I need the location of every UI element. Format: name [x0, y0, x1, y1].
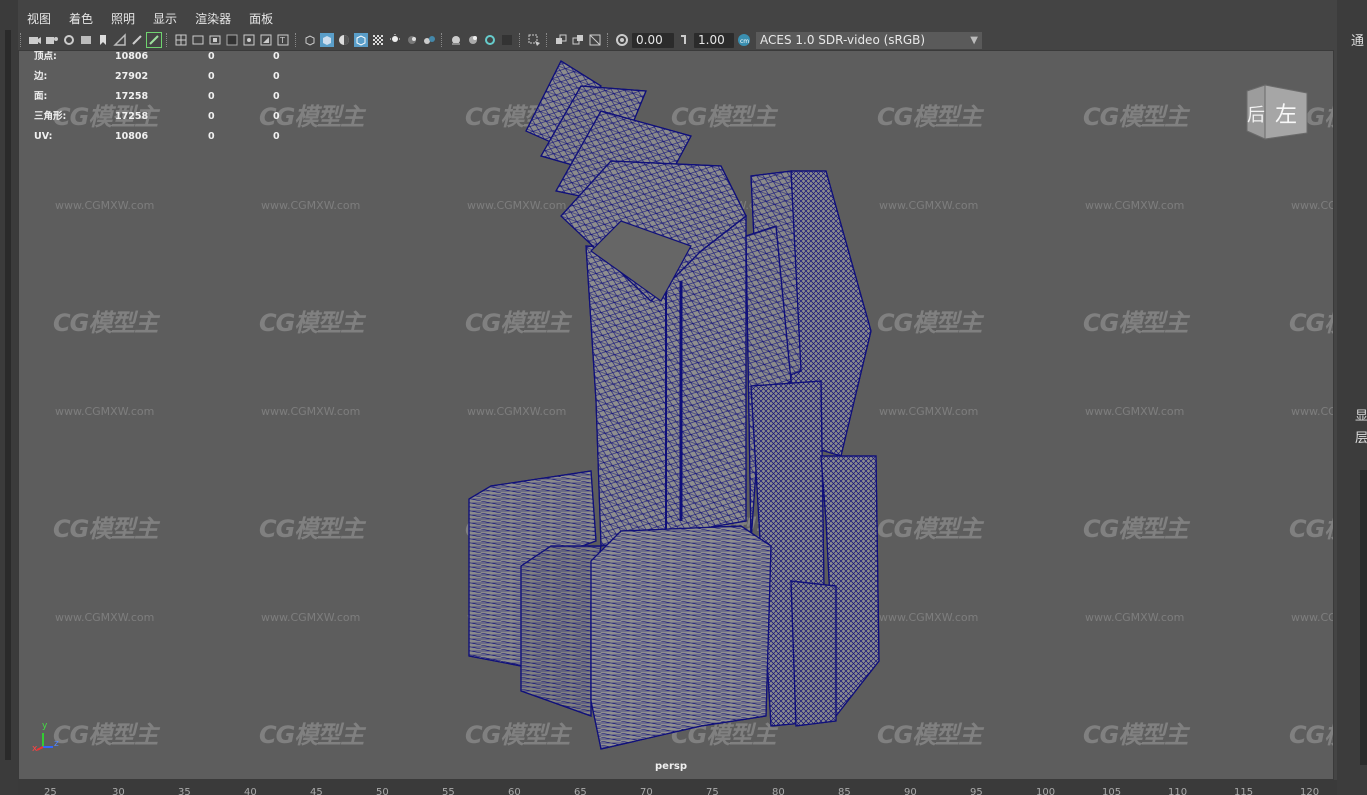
viewport-menubar: 视图 着色 照明 显示 渲染器 面板 — [18, 8, 1334, 30]
hud-icon[interactable] — [500, 33, 514, 47]
isolate-select-icon[interactable] — [527, 33, 541, 47]
right-scrollbar[interactable] — [1360, 470, 1367, 765]
wireframe-on-shaded-icon[interactable] — [354, 33, 368, 47]
ruler-tick: 85 — [838, 787, 851, 795]
multisample-aa-icon[interactable] — [466, 33, 480, 47]
toolbar-separator — [519, 33, 522, 47]
xray-icon[interactable] — [371, 33, 385, 47]
field-chart-icon[interactable] — [242, 33, 256, 47]
select-camera-icon[interactable] — [28, 33, 42, 47]
axis-y-label: y — [42, 721, 48, 731]
ruler-tick: 115 — [1234, 787, 1254, 795]
grid-icon[interactable] — [174, 33, 188, 47]
left-frame — [0, 0, 18, 795]
bookmark-icon[interactable] — [96, 33, 110, 47]
menu-show[interactable]: 显示 — [144, 8, 186, 30]
motion-blur-icon[interactable] — [449, 33, 463, 47]
gate-mask-icon[interactable] — [225, 33, 239, 47]
ruler-tick: 120 — [1300, 787, 1320, 795]
ruler-tick: 100 — [1036, 787, 1056, 795]
resolution-gate-icon[interactable] — [208, 33, 222, 47]
xray-active-icon[interactable] — [571, 33, 585, 47]
ruler-tick: 80 — [772, 787, 785, 795]
gamma-icon[interactable] — [677, 33, 691, 47]
safe-title-icon[interactable]: T — [276, 33, 290, 47]
axis-x-label: x — [32, 744, 38, 754]
ruler-tick: 40 — [244, 787, 257, 795]
color-space-value: ACES 1.0 SDR-video (sRGB) — [760, 33, 926, 47]
toolbar-separator — [546, 33, 549, 47]
ambient-occlusion-icon[interactable] — [422, 33, 436, 47]
use-all-lights-icon[interactable] — [388, 33, 402, 47]
exposure-icon[interactable] — [615, 33, 629, 47]
toolbar-separator — [20, 33, 23, 47]
bookmark-camera-icon[interactable] — [62, 33, 76, 47]
shadows-icon[interactable] — [405, 33, 419, 47]
2d-pan-zoom-icon[interactable] — [113, 33, 127, 47]
toolbar-separator — [607, 33, 610, 47]
backface-culling-icon[interactable] — [588, 33, 602, 47]
menu-renderer[interactable]: 渲染器 — [186, 8, 240, 30]
chevron-down-icon: ▼ — [970, 34, 978, 46]
menu-lighting[interactable]: 照明 — [102, 8, 144, 30]
camera-name-label: persp — [655, 761, 687, 772]
display-tab[interactable]: 显 — [1355, 405, 1367, 424]
ruler-tick: 25 — [44, 787, 57, 795]
film-gate-icon[interactable] — [191, 33, 205, 47]
right-side-panel: 通 显 层 — [1337, 0, 1367, 795]
grease-pencil-icon[interactable] — [130, 33, 144, 47]
ruler-tick: 105 — [1102, 787, 1122, 795]
camera-attributes-icon[interactable] — [45, 33, 59, 47]
mesh-model[interactable] — [19, 51, 1334, 780]
gamma-field[interactable]: 1.00 — [694, 32, 734, 48]
axis-z-label: z — [54, 739, 59, 749]
toolbar-separator — [441, 33, 444, 47]
ruler-tick: 50 — [376, 787, 389, 795]
color-space-dropdown[interactable]: ACES 1.0 SDR-video (sRGB) ▼ — [756, 31, 982, 49]
ruler-tick: 30 — [112, 787, 125, 795]
view-cube[interactable]: 后 左 — [1245, 83, 1311, 145]
ruler-tick: 90 — [904, 787, 917, 795]
toolbar-separator — [166, 33, 169, 47]
svg-text:cm: cm — [740, 38, 749, 45]
toolbar-separator — [295, 33, 298, 47]
menu-shading[interactable]: 着色 — [60, 8, 102, 30]
safe-action-icon[interactable] — [259, 33, 273, 47]
image-plane-icon[interactable] — [79, 33, 93, 47]
isolate-edit-icon[interactable] — [146, 32, 162, 48]
ruler-tick: 55 — [442, 787, 455, 795]
ruler-tick: 75 — [706, 787, 719, 795]
time-slider-ruler[interactable]: 25 30 35 40 45 50 55 60 65 70 75 80 85 9… — [18, 780, 1337, 795]
ruler-tick: 110 — [1168, 787, 1188, 795]
color-management-icon[interactable]: cm — [737, 33, 751, 47]
viewcube-left-face[interactable]: 左 — [1275, 97, 1297, 129]
channel-box-tab[interactable]: 通 — [1351, 30, 1364, 49]
wireframe-icon[interactable] — [303, 33, 317, 47]
left-scrollbar[interactable] — [5, 30, 11, 760]
viewcube-back-face[interactable]: 后 — [1247, 101, 1265, 127]
ruler-tick: 70 — [640, 787, 653, 795]
xray-joints-icon[interactable] — [554, 33, 568, 47]
depth-of-field-icon[interactable] — [483, 33, 497, 47]
default-material-icon[interactable] — [337, 33, 351, 47]
ruler-tick: 65 — [574, 787, 587, 795]
exposure-field[interactable]: 0.00 — [632, 32, 674, 48]
ruler-tick: 60 — [508, 787, 521, 795]
layer-tab[interactable]: 层 — [1355, 427, 1367, 446]
svg-text:T: T — [279, 36, 285, 45]
smooth-shade-icon[interactable] — [320, 33, 334, 47]
menu-view[interactable]: 视图 — [18, 8, 60, 30]
ruler-tick: 45 — [310, 787, 323, 795]
viewport-toolbar: T 0.00 1.00 cm ACES 1.0 SDR-video (sRGB)… — [18, 30, 1334, 50]
axis-gizmo: y z x — [32, 721, 63, 761]
3d-viewport[interactable]: CG模型主 www.CGMXW.com CG模型主 www.CGMXW.com CG模型… — [18, 50, 1334, 780]
ruler-tick: 35 — [178, 787, 191, 795]
ruler-tick: 95 — [970, 787, 983, 795]
menu-panels[interactable]: 面板 — [240, 8, 282, 30]
